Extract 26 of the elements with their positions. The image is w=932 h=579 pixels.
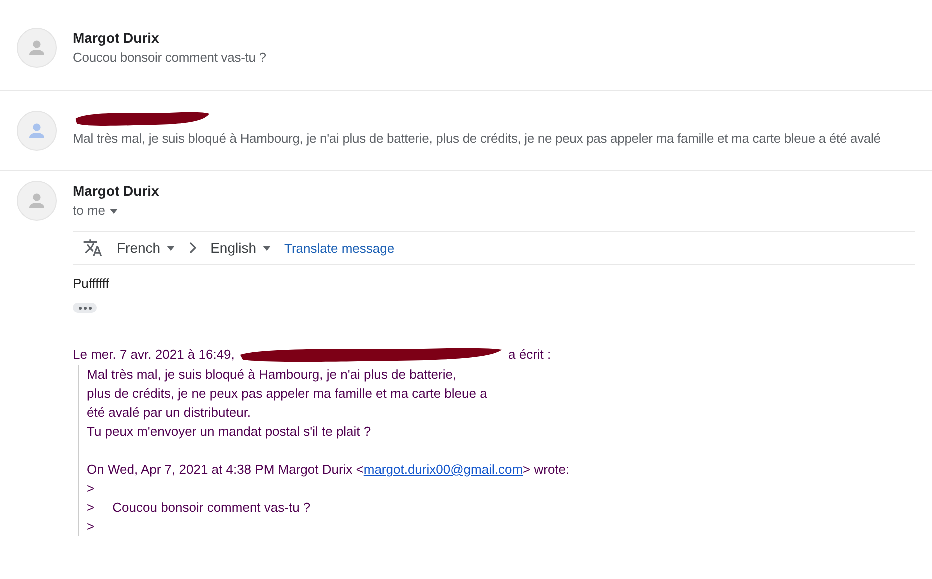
source-language-dropdown[interactable]: French [117,240,175,256]
translate-message-link[interactable]: Translate message [284,240,395,256]
caret-icon [110,208,118,214]
show-trimmed-content-button[interactable] [73,303,97,313]
caret-icon [262,246,270,250]
quote-header: a écrit : [508,346,552,364]
quoted-line: plus de crédits, je ne peux pas appeler ma famille et ma carte bleue a [87,385,488,403]
quote-header: Le mer. 7 avr. 2021 à 16:49, [73,346,235,364]
quoted-line: été avalé par un distributeur. [87,404,252,422]
message-body: Puffffff [73,275,110,293]
sender-name: Margot Durix [73,29,160,48]
target-language-dropdown[interactable]: English [210,240,270,256]
chevron-right-icon [188,242,197,254]
message-snippet: Coucou bonsoir comment vas-tu ? [73,49,268,67]
caret-icon [166,246,175,250]
sender-name: Margot Durix [73,182,160,201]
recipient-dropdown[interactable]: to me [73,201,118,221]
translate-icon [83,238,103,258]
quoted-line: > [87,480,96,498]
email-link[interactable]: margot.durix00@gmail.com [364,462,524,477]
quoted-line: > [87,518,96,536]
quoted-line: Tu peux m'envoyer un mandat postal s'il te plait ? [87,423,372,441]
quoted-line: > Coucou bonsoir comment vas-tu ? [87,499,312,517]
quoted-line: Mal très mal, je suis bloqué à Hambourg, je n'ai plus de batterie, [87,366,458,384]
attribution-line: On Wed, Apr 7, 2021 at 4:38 PM Margot Durix <margot.durix00@gmail.com> wrote: [87,461,571,479]
message-snippet: Mal très mal, je suis bloqué à Hambourg, je n'ai plus de batterie, plus de crédits, je ne peux pas appeler ma famille et ma carte bleue a été avalé [73,130,882,148]
